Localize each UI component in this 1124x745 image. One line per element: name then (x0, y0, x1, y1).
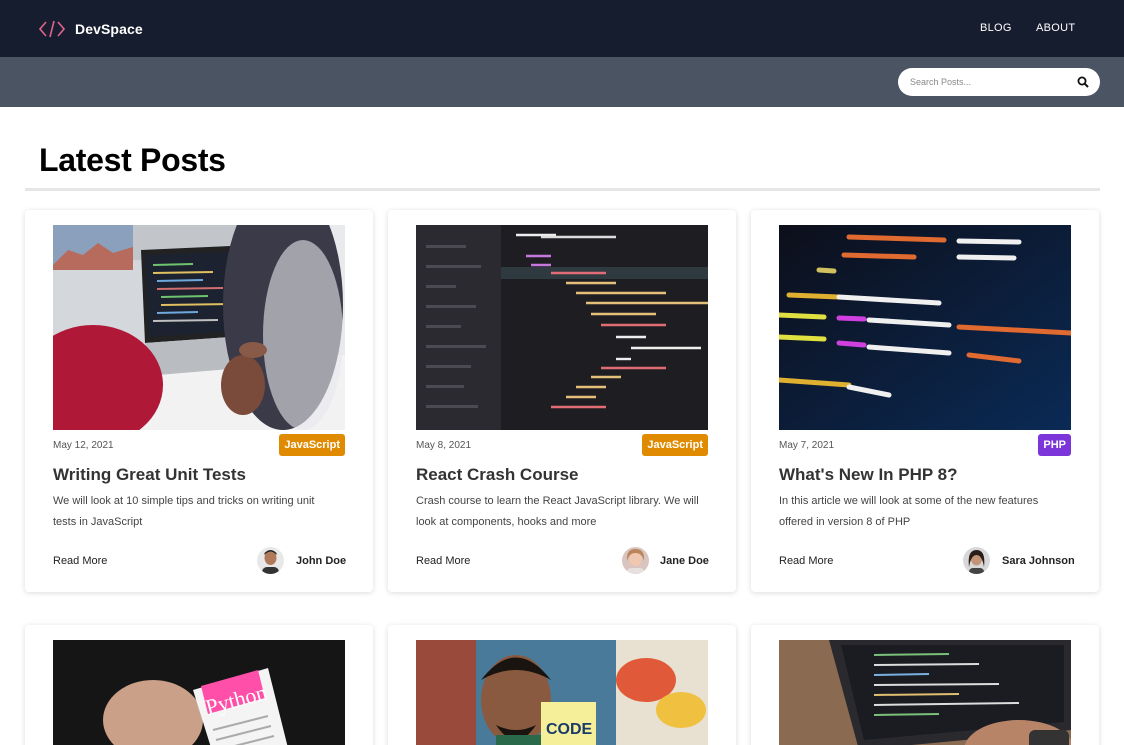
author-name: Jane Doe (660, 555, 709, 567)
post-date: May 7, 2021 (779, 440, 835, 451)
post-excerpt: In this article we will look at some of … (779, 495, 1039, 528)
read-more-link[interactable]: Read More (416, 555, 470, 567)
post-card: May 8, 2021 JavaScript React Crash Cours… (388, 210, 736, 592)
post-date: May 8, 2021 (416, 440, 472, 451)
nav-link-blog[interactable]: BLOG (980, 22, 1012, 34)
post-image-php-code[interactable] (779, 225, 1071, 430)
post-date: May 12, 2021 (53, 440, 114, 451)
post-card: May 7, 2021 PHP What's New In PHP 8? In … (751, 210, 1099, 592)
post-title[interactable]: Writing Great Unit Tests (53, 465, 246, 485)
category-badge[interactable]: JavaScript (642, 434, 708, 456)
category-badge[interactable]: JavaScript (279, 434, 345, 456)
category-badge[interactable]: PHP (1038, 434, 1071, 456)
post-excerpt: We will look at 10 simple tips and trick… (53, 495, 315, 528)
brand-logo-link[interactable]: DevSpace (39, 19, 143, 39)
post-title[interactable]: What's New In PHP 8? (779, 465, 957, 485)
code-note-text: CODE (546, 721, 593, 738)
author-avatar (963, 547, 990, 574)
post-card: Python (25, 625, 373, 745)
post-image-code-note[interactable]: CODE (416, 640, 708, 745)
post-title[interactable]: React Crash Course (416, 465, 579, 485)
post-card: May 12, 2021 JavaScript Writing Great Un… (25, 210, 373, 592)
page-title: Latest Posts (39, 142, 226, 178)
post-image-python-book[interactable]: Python (53, 640, 345, 745)
author-avatar (257, 547, 284, 574)
title-divider (25, 188, 1100, 191)
search-icon[interactable] (1077, 76, 1089, 88)
post-excerpt: Crash course to learn the React JavaScri… (416, 495, 699, 528)
post-image-laptop-terminal[interactable] (779, 640, 1071, 745)
post-image-react-code[interactable] (416, 225, 708, 430)
author-avatar (622, 547, 649, 574)
code-brackets-icon (39, 20, 65, 38)
read-more-link[interactable]: Read More (779, 555, 833, 567)
top-navbar: DevSpace BLOG ABOUT (0, 0, 1124, 57)
nav-link-about[interactable]: ABOUT (1036, 22, 1075, 34)
author-name: John Doe (296, 555, 347, 567)
search-input[interactable] (910, 74, 1070, 90)
search-box (898, 68, 1100, 96)
read-more-link[interactable]: Read More (53, 555, 107, 567)
search-bar (0, 57, 1124, 107)
post-image-laptop-coding[interactable] (53, 225, 345, 430)
post-card (751, 625, 1099, 745)
brand-name: DevSpace (75, 21, 143, 37)
post-card: CODE (388, 625, 736, 745)
author-name: Sara Johnson (1002, 555, 1075, 567)
